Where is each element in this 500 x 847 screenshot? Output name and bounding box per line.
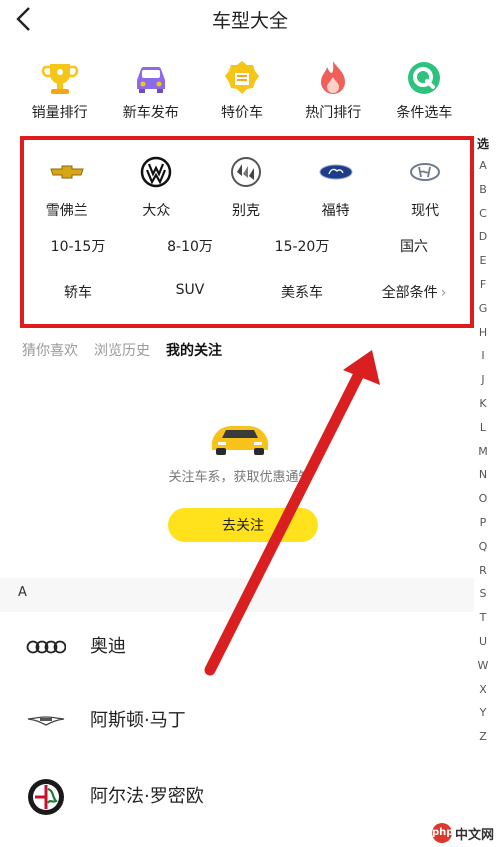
all-conditions-label: 全部条件 <box>381 285 438 301</box>
alphabet-letter[interactable]: Z <box>472 725 494 749</box>
alphabet-letter[interactable]: E <box>472 249 494 273</box>
quick-item-special-price[interactable]: 特价车 <box>196 58 287 128</box>
watermark-badge: php <box>431 823 453 843</box>
go-follow-button[interactable]: 去关注 <box>168 508 318 542</box>
brand-name: 福特 <box>321 203 350 219</box>
price-filter-row: 10-15万 8-10万 15-20万 国六 <box>22 236 470 256</box>
quick-label: 销量排行 <box>31 105 88 121</box>
quick-item-condition-select[interactable]: 条件选车 <box>379 58 470 128</box>
alphabet-letter[interactable]: Y <box>472 701 494 725</box>
tab-my-follows[interactable]: 我的关注 <box>166 340 222 360</box>
alphabet-letter[interactable]: T <box>472 606 494 630</box>
page-title: 车型大全 <box>211 10 288 32</box>
hyundai-logo-icon <box>410 163 441 181</box>
alphabet-letter[interactable]: O <box>472 487 494 511</box>
type-chip[interactable]: SUV <box>140 282 240 302</box>
type-chip[interactable]: 轿车 <box>28 282 128 302</box>
price-chip[interactable]: 8-10万 <box>140 236 240 256</box>
brand-chip-volkswagen[interactable]: 大众 <box>114 156 198 220</box>
alphabet-letter[interactable]: G <box>472 297 494 321</box>
quick-label: 特价车 <box>221 105 263 121</box>
brand-name: 现代 <box>411 203 440 219</box>
alphabet-letter[interactable]: U <box>472 630 494 654</box>
buick-logo-icon <box>230 157 261 187</box>
watermark-text: 中文网 <box>454 827 494 843</box>
section-header-a: A <box>0 578 474 612</box>
sports-car-icon <box>212 426 268 455</box>
brand-chip-hyundai[interactable]: 现代 <box>383 156 467 220</box>
quick-label: 条件选车 <box>396 105 453 121</box>
empty-state: 关注车系，获取优惠通知 <box>0 418 480 485</box>
new-car-icon <box>136 66 165 93</box>
brand-name: 雪佛兰 <box>45 203 88 219</box>
trophy-icon <box>41 64 78 94</box>
empty-state-text: 关注车系，获取优惠通知 <box>168 470 312 485</box>
alphabet-letter[interactable]: K <box>472 392 494 416</box>
alphabet-letter[interactable]: I <box>472 344 494 368</box>
alphabet-letter[interactable]: W <box>472 654 494 678</box>
site-watermark: php 中文网 <box>431 823 494 843</box>
brand-chip-buick[interactable]: 别克 <box>204 156 288 220</box>
tab-bar: 猜你喜欢 浏览历史 我的关注 <box>22 340 222 360</box>
quick-item-new-cars[interactable]: 新车发布 <box>105 58 196 128</box>
alphabet-letter[interactable]: X <box>472 678 494 702</box>
quick-label: 热门排行 <box>305 105 362 121</box>
alphabet-letter[interactable]: S <box>472 582 494 606</box>
ford-logo-icon <box>319 164 353 180</box>
brand-row-name: 阿尔法·罗密欧 <box>90 786 204 807</box>
filter-panel: 雪佛兰 大众 别克 福特 现代 10-15万 8-10万 15-20万 国六 轿… <box>22 140 470 326</box>
discount-icon <box>225 61 259 94</box>
emission-chip[interactable]: 国六 <box>364 236 464 256</box>
alphabet-letter[interactable]: R <box>472 559 494 583</box>
flame-icon <box>321 61 346 94</box>
alphabet-letter[interactable]: B <box>472 178 494 202</box>
type-chip[interactable]: 美系车 <box>252 282 352 302</box>
tab-browse-history[interactable]: 浏览历史 <box>94 340 150 360</box>
type-filter-row: 轿车 SUV 美系车 全部条件 › <box>22 282 470 302</box>
brand-filter-row: 雪佛兰 大众 别克 福特 现代 <box>22 156 470 220</box>
alphabet-letter[interactable]: H <box>472 321 494 345</box>
alfa-romeo-logo-icon <box>28 779 64 815</box>
alphabet-letter[interactable]: F <box>472 273 494 297</box>
header-bar: 车型大全 <box>0 0 500 40</box>
brand-row-name: 奥迪 <box>90 636 126 657</box>
tab-guess-you-like[interactable]: 猜你喜欢 <box>22 340 78 360</box>
alphabet-letter[interactable]: A <box>472 154 494 178</box>
brand-chip-chevrolet[interactable]: 雪佛兰 <box>25 156 109 220</box>
chevron-right-icon: › <box>440 285 447 301</box>
chevrolet-logo-icon <box>50 165 84 179</box>
quick-item-hot-rank[interactable]: 热门排行 <box>288 58 379 128</box>
price-chip[interactable]: 15-20万 <box>252 236 352 256</box>
quick-item-sales-rank[interactable]: 销量排行 <box>14 58 105 128</box>
brand-name: 大众 <box>142 203 171 219</box>
alphabet-letter[interactable]: C <box>472 202 494 226</box>
alphabet-index-title: 选 <box>476 137 489 151</box>
alphabet-letter[interactable]: D <box>472 225 494 249</box>
quick-category-bar: 销量排行 新车发布 特价车 热门排行 条件选车 <box>14 58 470 128</box>
brand-row-alfa-romeo[interactable]: 阿尔法·罗密欧 <box>0 762 474 832</box>
brand-name: 别克 <box>231 203 260 219</box>
alphabet-letter[interactable]: J <box>472 368 494 392</box>
alphabet-letter[interactable]: P <box>472 511 494 535</box>
volkswagen-logo-icon <box>141 156 172 188</box>
search-q-icon <box>408 62 441 94</box>
brand-row-name: 阿斯顿·马丁 <box>90 710 186 731</box>
quick-label: 新车发布 <box>122 105 179 121</box>
audi-logo-icon <box>26 640 66 654</box>
price-chip[interactable]: 10-15万 <box>28 236 128 256</box>
all-conditions-link[interactable]: 全部条件 › <box>364 282 464 302</box>
aston-martin-logo-icon <box>27 716 65 726</box>
brand-chip-ford[interactable]: 福特 <box>294 156 378 220</box>
brand-row-audi[interactable]: 奥迪 <box>0 612 474 682</box>
alphabet-letter[interactable]: Q <box>472 535 494 559</box>
brand-row-aston-martin[interactable]: 阿斯顿·马丁 <box>0 686 474 756</box>
